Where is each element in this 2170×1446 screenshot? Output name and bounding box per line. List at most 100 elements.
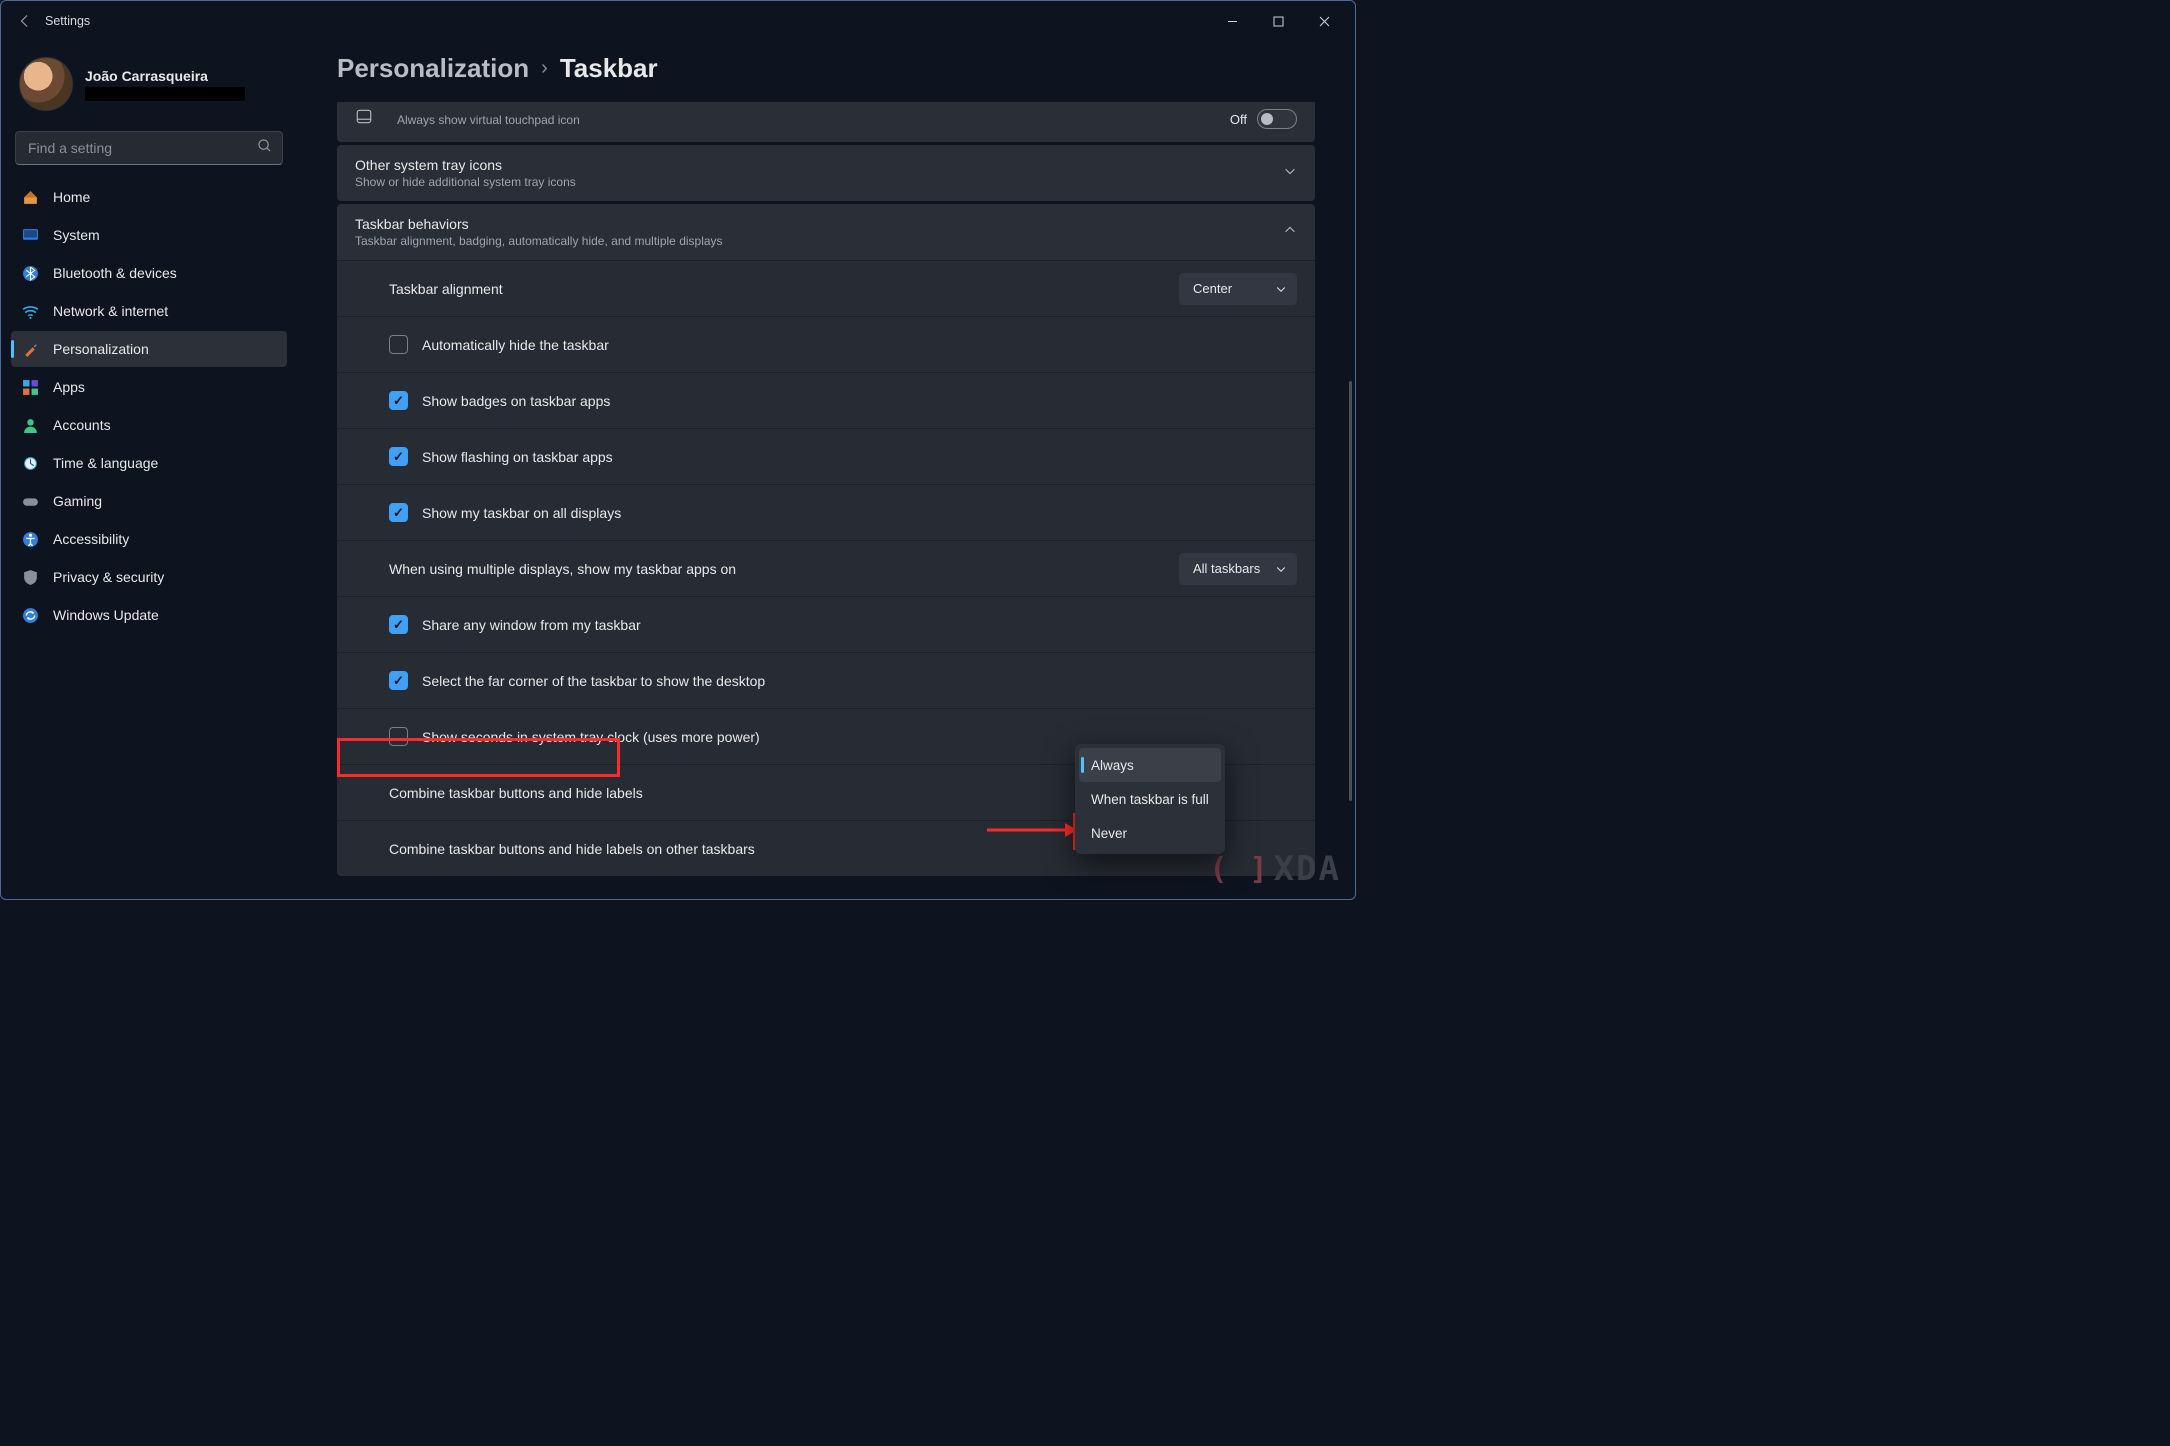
dropdown-value: All taskbars [1193,561,1260,576]
row-label: Show flashing on taskbar apps [422,449,613,465]
nav-privacy[interactable]: Privacy & security [11,559,287,595]
watermark-text: XDA [1274,849,1341,889]
scrollbar-thumb[interactable] [1349,381,1352,801]
system-icon [21,226,39,244]
check-icon: ✓ [393,450,404,463]
nav-accessibility[interactable]: Accessibility [11,521,287,557]
nav-home[interactable]: Home [11,179,287,215]
row-label: When using multiple displays, show my ta… [389,561,1179,577]
far-corner-row[interactable]: ✓ Select the far corner of the taskbar t… [337,652,1315,708]
behaviors-header[interactable]: Taskbar behaviors Taskbar alignment, bad… [337,204,1315,260]
nav-label: Network & internet [53,303,168,319]
nav-gaming[interactable]: Gaming [11,483,287,519]
checkbox[interactable] [389,335,408,354]
all-displays-row[interactable]: ✓ Show my taskbar on all displays [337,484,1315,540]
chevron-down-icon [1275,563,1287,575]
row-subtitle: Show or hide additional system tray icon… [355,175,1283,189]
clock-icon [21,454,39,472]
app-title: Settings [45,14,90,28]
nav-time[interactable]: Time & language [11,445,287,481]
check-icon: ✓ [393,506,404,519]
chevron-right-icon: › [541,57,548,80]
row-subtitle: Always show virtual touchpad icon [397,113,1230,127]
nav-update[interactable]: Windows Update [11,597,287,633]
chevron-down-icon [1275,283,1287,295]
row-label: Show seconds in system tray clock (uses … [422,729,760,745]
update-icon [21,606,39,624]
row-title: Taskbar behaviors [355,216,1283,232]
back-button[interactable] [9,5,41,37]
row-label: Select the far corner of the taskbar to … [422,673,765,689]
row-label: Show badges on taskbar apps [422,393,610,409]
paint-icon [21,340,39,358]
virtual-touchpad-row[interactable]: Always show virtual touchpad icon Off [337,102,1315,142]
flashing-row[interactable]: ✓ Show flashing on taskbar apps [337,428,1315,484]
nav-personalization[interactable]: Personalization [11,331,287,367]
sidebar: João Carrasqueira Home System Bluetooth … [1,41,301,899]
bluetooth-icon [21,264,39,282]
alignment-dropdown[interactable]: Center [1179,273,1297,305]
menu-item-always[interactable]: Always [1079,748,1221,782]
checkbox[interactable]: ✓ [389,615,408,634]
nav-bluetooth[interactable]: Bluetooth & devices [11,255,287,291]
checkbox[interactable] [389,727,408,746]
row-subtitle: Taskbar alignment, badging, automaticall… [355,234,1283,248]
nav-label: Personalization [53,341,149,357]
checkbox[interactable]: ✓ [389,447,408,466]
user-email-redacted [85,87,245,101]
touchpad-icon [355,108,377,131]
multi-display-row: When using multiple displays, show my ta… [337,540,1315,596]
close-icon [1319,16,1330,27]
nav-label: Time & language [53,455,158,471]
chevron-up-icon [1283,223,1297,242]
search-box[interactable] [15,131,283,165]
nav-accounts[interactable]: Accounts [11,407,287,443]
dropdown-value: Center [1193,281,1232,296]
close-button[interactable] [1301,6,1347,36]
breadcrumb-parent[interactable]: Personalization [337,53,529,84]
badges-row[interactable]: ✓ Show badges on taskbar apps [337,372,1315,428]
search-icon [257,138,272,158]
nav-network[interactable]: Network & internet [11,293,287,329]
checkbox[interactable]: ✓ [389,391,408,410]
toggle-label: Off [1230,112,1247,127]
combine-menu: Always When taskbar is full Never [1075,744,1225,854]
nav: Home System Bluetooth & devices Network … [9,179,289,633]
checkbox[interactable]: ✓ [389,671,408,690]
user-name: João Carrasqueira [85,68,245,84]
maximize-button[interactable] [1255,6,1301,36]
nav-label: Privacy & security [53,569,164,585]
nav-apps[interactable]: Apps [11,369,287,405]
home-icon [21,188,39,206]
nav-label: Gaming [53,493,102,509]
checkbox[interactable]: ✓ [389,503,408,522]
menu-item-when-full[interactable]: When taskbar is full [1079,782,1221,816]
multi-display-dropdown[interactable]: All taskbars [1179,553,1297,585]
watermark: ( ] XDA [1209,849,1341,889]
nav-label: System [53,227,100,243]
user-block[interactable]: João Carrasqueira [9,53,289,125]
breadcrumb-current: Taskbar [560,53,658,84]
row-label: Show my taskbar on all displays [422,505,621,521]
nav-label: Home [53,189,90,205]
row-label: Automatically hide the taskbar [422,337,609,353]
nav-label: Apps [53,379,85,395]
accessibility-icon [21,530,39,548]
maximize-icon [1273,16,1284,27]
minimize-icon [1227,16,1238,27]
auto-hide-row[interactable]: Automatically hide the taskbar [337,316,1315,372]
person-icon [21,416,39,434]
wifi-icon [21,302,39,320]
titlebar: Settings [1,1,1355,41]
main-content: Personalization › Taskbar Always show vi… [301,41,1355,899]
other-tray-row[interactable]: Other system tray icons Show or hide add… [337,145,1315,201]
virtual-touchpad-toggle[interactable] [1257,109,1297,129]
apps-icon [21,378,39,396]
gamepad-icon [21,492,39,510]
minimize-button[interactable] [1209,6,1255,36]
search-input[interactable] [26,139,257,157]
share-window-row[interactable]: ✓ Share any window from my taskbar [337,596,1315,652]
nav-system[interactable]: System [11,217,287,253]
row-label: Share any window from my taskbar [422,617,641,633]
menu-item-never[interactable]: Never [1079,816,1221,850]
